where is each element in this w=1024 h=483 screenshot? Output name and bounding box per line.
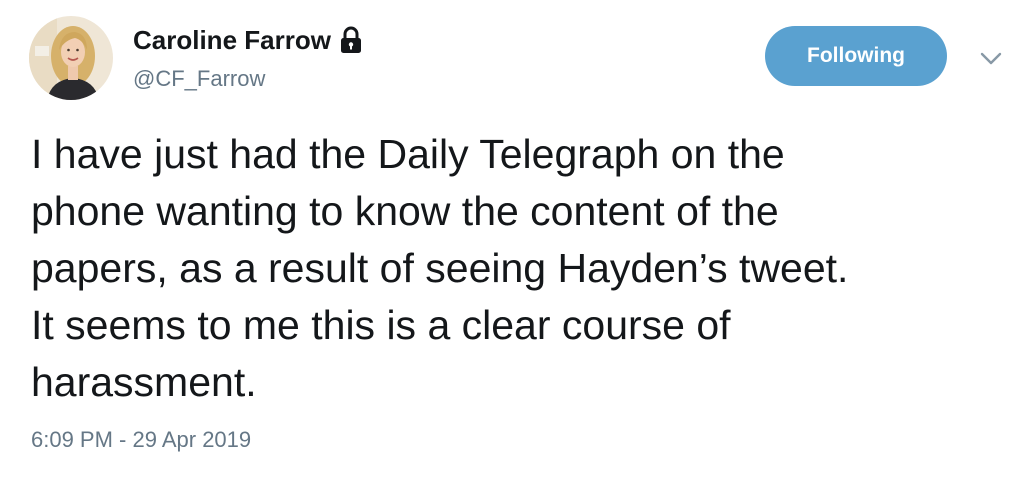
author-name-row[interactable]: Caroline Farrow <box>133 22 363 58</box>
author-handle[interactable]: @CF_Farrow <box>133 66 265 92</box>
avatar[interactable] <box>29 16 113 100</box>
tweet-card: Caroline Farrow @CF_Farrow Following I h… <box>0 0 1024 483</box>
display-name[interactable]: Caroline Farrow <box>133 25 331 56</box>
tweet-text: I have just had the Daily Telegraph on t… <box>31 131 849 405</box>
lock-icon <box>339 26 363 54</box>
tweet-timestamp[interactable]: 6:09 PM - 29 Apr 2019 <box>31 427 251 453</box>
following-button[interactable]: Following <box>765 26 947 86</box>
chevron-down-icon[interactable] <box>979 50 1003 68</box>
